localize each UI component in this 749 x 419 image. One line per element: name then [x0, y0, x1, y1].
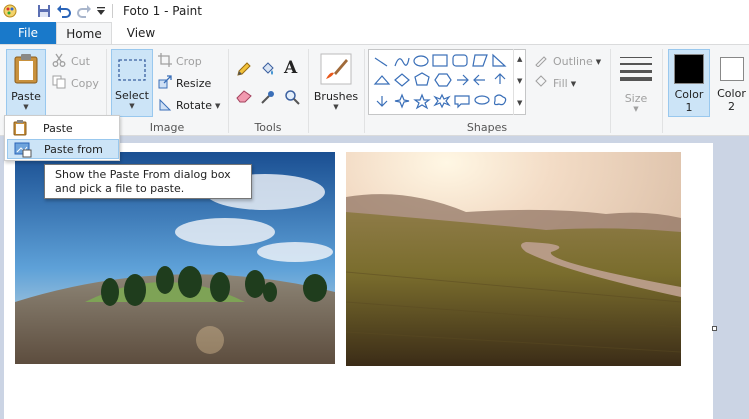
resize-icon: [158, 75, 172, 92]
cut-label: Cut: [71, 55, 90, 68]
outline-icon: [534, 53, 548, 70]
fill-button[interactable]: Fill ▼: [534, 75, 576, 92]
window-title: Foto 1 - Paint: [123, 4, 202, 18]
clipboard-icon: [13, 120, 27, 139]
fill-label: Fill: [553, 77, 568, 90]
line-size-icon: [620, 55, 652, 84]
color2-swatch: [719, 57, 744, 81]
copy-label: Copy: [71, 77, 99, 90]
tooltip-line1: Show the Paste From dialog box: [55, 168, 231, 181]
title-bar: Foto 1 - Paint: [0, 0, 749, 22]
rotate-label: Rotate: [176, 99, 213, 112]
select-rectangle-icon: [117, 58, 147, 85]
tab-file[interactable]: File: [0, 22, 56, 44]
crop-label: Crop: [176, 55, 202, 68]
chevron-down-icon: ▼: [129, 102, 135, 110]
paste-label: Paste: [11, 90, 41, 103]
chevron-down-icon: ▼: [595, 57, 602, 66]
rotate-button[interactable]: Rotate ▼: [158, 97, 220, 114]
menu-item-paste-from[interactable]: Paste from: [7, 139, 119, 159]
undo-icon[interactable]: [54, 1, 74, 21]
paste-button[interactable]: Paste ▼: [6, 49, 46, 117]
paste-dropdown-menu: Paste Paste from: [4, 115, 120, 161]
clipboard-icon: [13, 54, 39, 87]
color1-label-line2: 1: [685, 101, 693, 114]
paste-from-tooltip: Show the Paste From dialog box and pick …: [44, 164, 252, 199]
fill-icon: [534, 75, 548, 92]
tools-group-label: Tools: [254, 121, 282, 134]
chevron-down-icon: ▼: [215, 101, 221, 110]
pencil-icon[interactable]: [236, 61, 252, 80]
tab-view[interactable]: View: [112, 22, 170, 44]
resize-label: Resize: [176, 77, 212, 90]
paste-from-icon: [14, 142, 32, 161]
rotate-icon: [158, 97, 172, 114]
chevron-up-icon[interactable]: ▲: [517, 55, 522, 63]
text-tool-icon[interactable]: A: [284, 58, 297, 78]
brush-icon: [320, 53, 352, 88]
chevron-down-icon[interactable]: ▼: [517, 77, 522, 85]
color2-button[interactable]: Color 2: [714, 49, 749, 117]
size-button[interactable]: Size ▼: [616, 51, 656, 117]
copy-icon: [52, 75, 66, 92]
color2-label-line1: Color: [717, 87, 746, 100]
color1-label-line1: Color: [674, 88, 704, 101]
magnifier-icon[interactable]: [284, 89, 300, 108]
crop-icon: [158, 53, 172, 70]
expand-gallery-icon[interactable]: ▼: [517, 99, 522, 107]
shapes-group-label: Shapes: [466, 121, 508, 134]
brushes-label: Brushes: [313, 90, 359, 103]
chevron-down-icon: ▼: [333, 103, 339, 111]
tab-home[interactable]: Home: [56, 22, 112, 44]
customize-toolbar-icon[interactable]: [94, 1, 108, 21]
canvas-resize-handle[interactable]: [712, 326, 717, 331]
outline-button[interactable]: Outline ▼: [534, 53, 601, 70]
tooltip-line2: and pick a file to paste.: [55, 182, 185, 195]
paint-app-icon[interactable]: [0, 1, 20, 21]
quick-access-toolbar: [0, 0, 108, 22]
chevron-down-icon: ▼: [633, 105, 639, 113]
menu-item-paste-label: Paste: [43, 121, 73, 135]
copy-button[interactable]: Copy: [52, 75, 99, 92]
shapes-gallery[interactable]: [368, 49, 526, 115]
scissors-icon: [52, 53, 66, 70]
menu-item-paste[interactable]: Paste: [7, 118, 119, 138]
chevron-down-icon: ▼: [23, 103, 29, 111]
save-icon[interactable]: [34, 1, 54, 21]
group-divider: [662, 49, 663, 133]
ribbon-tabs: File Home View: [0, 22, 749, 44]
color2-label-line2: 2: [728, 100, 735, 113]
color1-swatch: [674, 54, 704, 84]
group-divider: [308, 49, 309, 133]
chevron-down-icon: ▼: [570, 79, 577, 88]
cut-button[interactable]: Cut: [52, 53, 90, 70]
outline-label: Outline: [553, 55, 593, 68]
eraser-icon[interactable]: [236, 89, 252, 106]
brushes-button[interactable]: Brushes ▼: [312, 49, 360, 117]
photo-sunset-field: [346, 152, 681, 366]
select-button[interactable]: Select ▼: [111, 49, 153, 117]
color1-button[interactable]: Color 1: [668, 49, 710, 117]
image-group-label: Image: [149, 121, 185, 134]
shapes-gallery-icons: [373, 53, 507, 110]
shapes-gallery-scroll[interactable]: ▲ ▼ ▼: [513, 49, 526, 115]
select-label: Select: [115, 89, 149, 102]
color-picker-icon[interactable]: [260, 89, 276, 108]
menu-item-paste-from-label: Paste from: [44, 142, 103, 156]
crop-button[interactable]: Crop: [158, 53, 202, 70]
fill-bucket-icon[interactable]: [260, 61, 276, 80]
redo-icon[interactable]: [74, 1, 94, 21]
resize-button[interactable]: Resize: [158, 75, 211, 92]
size-label: Size: [624, 92, 648, 105]
group-divider: [610, 49, 611, 133]
